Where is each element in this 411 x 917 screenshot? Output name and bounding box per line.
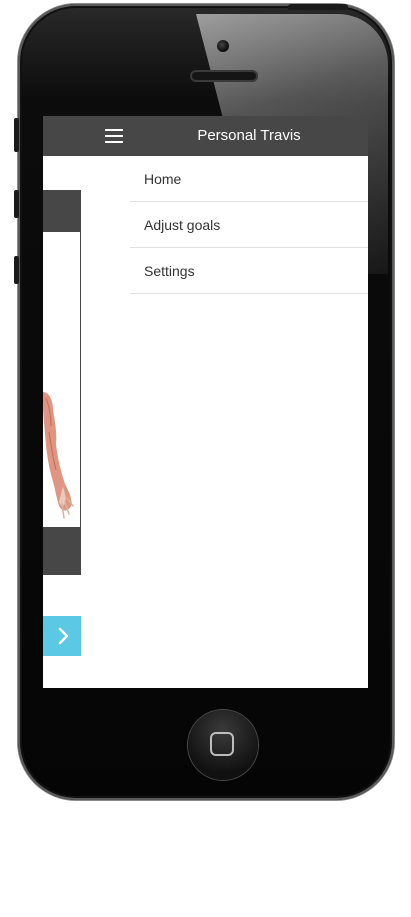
hamburger-icon[interactable] xyxy=(105,129,123,143)
volume-down-button xyxy=(14,256,19,284)
home-button[interactable] xyxy=(188,710,258,780)
chevron-right-icon xyxy=(58,627,69,645)
side-menu: Personal Travis Home Adjust goals Settin… xyxy=(130,116,368,688)
front-camera xyxy=(217,40,229,52)
volume-up-button xyxy=(14,190,19,218)
menu-item-adjust-goals[interactable]: Adjust goals xyxy=(130,202,368,248)
power-button xyxy=(288,4,348,10)
menu-header: Personal Travis xyxy=(130,116,368,156)
anatomy-arm-image xyxy=(43,392,74,519)
home-square-icon xyxy=(210,732,234,756)
menu-title: Personal Travis xyxy=(197,127,301,144)
main-header xyxy=(43,116,130,156)
menu-item-home[interactable]: Home xyxy=(130,156,368,202)
card-header xyxy=(43,190,81,232)
main-content-pane xyxy=(43,116,131,688)
next-button[interactable] xyxy=(43,616,81,656)
earpiece-speaker xyxy=(190,70,258,82)
card-body xyxy=(43,232,81,527)
menu-item-settings[interactable]: Settings xyxy=(130,248,368,294)
card-footer xyxy=(43,527,81,575)
mute-switch xyxy=(14,118,19,152)
app-screen: Personal Travis Home Adjust goals Settin… xyxy=(43,116,368,688)
